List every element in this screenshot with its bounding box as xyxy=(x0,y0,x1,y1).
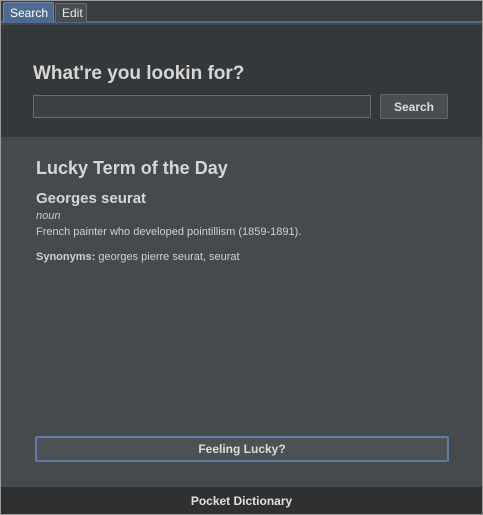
tab-bar: Search Edit xyxy=(1,1,482,23)
synonyms-list: georges pierre seurat, seurat xyxy=(98,251,240,263)
app-window: Search Edit What're you lookin for? Sear… xyxy=(0,0,483,515)
footer-app-name: Pocket Dictionary xyxy=(1,487,482,514)
term-part-of-speech: noun xyxy=(36,210,61,222)
tab-edit[interactable]: Edit xyxy=(55,3,87,22)
feeling-lucky-button[interactable]: Feeling Lucky? xyxy=(35,436,449,462)
lucky-term-panel: Lucky Term of the Day Georges seurat nou… xyxy=(1,137,482,487)
lucky-term-heading: Lucky Term of the Day xyxy=(36,158,228,178)
term-synonyms: Synonyms: georges pierre seurat, seurat xyxy=(36,251,240,263)
synonyms-label: Synonyms: xyxy=(36,251,96,263)
tab-search[interactable]: Search xyxy=(3,2,54,22)
search-panel: What're you lookin for? Search xyxy=(1,25,482,137)
term-definition: French painter who developed pointillism… xyxy=(36,226,302,238)
search-input[interactable] xyxy=(33,95,371,118)
search-button[interactable]: Search xyxy=(380,94,448,119)
term-word: Georges seurat xyxy=(36,190,147,207)
search-heading: What're you lookin for? xyxy=(33,63,245,84)
